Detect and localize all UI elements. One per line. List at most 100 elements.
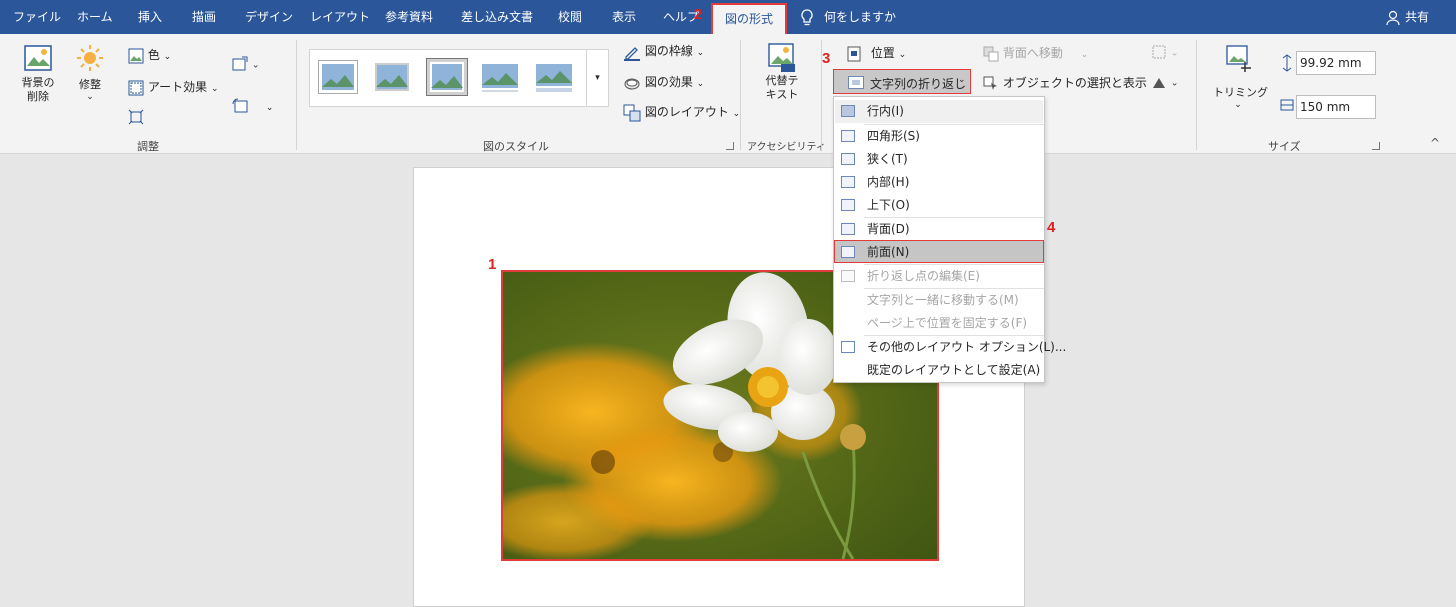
alt-text-button[interactable]: 代替テ キスト bbox=[760, 42, 804, 102]
picture-layout-icon bbox=[623, 104, 641, 121]
behind-text-icon bbox=[841, 223, 855, 235]
tab-file[interactable]: ファイル bbox=[13, 0, 61, 34]
picture-border-label: 図の枠線 bbox=[644, 44, 693, 58]
user-icon[interactable] bbox=[1386, 0, 1402, 34]
corrections-button[interactable]: 修整 ⌄ bbox=[72, 44, 108, 102]
selection-pane-button[interactable]: オブジェクトの選択と表示 bbox=[983, 74, 1147, 92]
menu-bar: ファイル ホーム 挿入 描画 デザイン レイアウト 参考資料 差し込み文書 校閲… bbox=[0, 0, 1456, 34]
tell-me-search[interactable]: 何をしますか bbox=[824, 0, 896, 34]
position-button[interactable]: 位置 ⌄ bbox=[847, 44, 906, 62]
crop-icon bbox=[1226, 45, 1251, 72]
send-backward-button[interactable]: 背面へ移動 ⌄ bbox=[983, 44, 1088, 62]
sun-icon bbox=[77, 45, 103, 71]
picture-border-button[interactable]: 図の枠線 ⌄ bbox=[623, 42, 704, 61]
dialog-launcher-icon[interactable] bbox=[726, 142, 734, 150]
picture-styles-gallery[interactable]: ▾ bbox=[309, 49, 609, 107]
tab-layout[interactable]: レイアウト bbox=[310, 0, 370, 34]
chevron-down-icon: ⌄ bbox=[86, 92, 94, 102]
style-thumbnail[interactable] bbox=[480, 60, 520, 94]
crop-label: トリミング bbox=[1213, 86, 1268, 99]
color-button[interactable]: 色 ⌄ bbox=[128, 46, 171, 64]
color-icon bbox=[128, 48, 144, 63]
menu-item-top-bottom[interactable]: 上下(O) bbox=[835, 194, 1043, 217]
picture-effects-label: 図の効果 bbox=[644, 75, 693, 89]
style-thumbnail-selected[interactable] bbox=[426, 58, 468, 96]
tab-references[interactable]: 参考資料 bbox=[385, 0, 433, 34]
tab-mailings[interactable]: 差し込み文書 bbox=[461, 0, 533, 34]
wrap-text-label: 文字列の折り返し bbox=[870, 77, 967, 91]
picture-layout-label: 図のレイアウト bbox=[644, 105, 729, 119]
group-divider bbox=[1196, 40, 1197, 150]
dialog-launcher-icon[interactable] bbox=[1372, 142, 1380, 150]
menu-item-label: 背面(D) bbox=[867, 222, 910, 236]
menu-item-through[interactable]: 内部(H) bbox=[835, 171, 1043, 194]
tab-insert[interactable]: 挿入 bbox=[138, 0, 162, 34]
artistic-effects-icon bbox=[128, 80, 144, 95]
height-input[interactable] bbox=[1296, 51, 1376, 75]
menu-item-more-layout-options[interactable]: その他のレイアウト オプション(L)... bbox=[835, 336, 1066, 359]
tab-picture-format[interactable]: 図の形式 bbox=[711, 3, 788, 34]
menu-item-square[interactable]: 四角形(S) bbox=[835, 125, 1043, 148]
change-picture-icon bbox=[232, 56, 248, 71]
tab-design[interactable]: デザイン bbox=[245, 0, 293, 34]
remove-background-button[interactable]: 背景の 削除 bbox=[18, 44, 58, 104]
chevron-down-icon: ⌄ bbox=[1234, 100, 1242, 110]
group-divider bbox=[296, 40, 297, 150]
tab-draw[interactable]: 描画 bbox=[192, 0, 216, 34]
menu-item-set-as-default[interactable]: 既定のレイアウトとして設定(A) bbox=[835, 359, 1043, 382]
width-input[interactable] bbox=[1296, 95, 1376, 119]
style-thumbnail[interactable] bbox=[318, 60, 358, 94]
width-icon bbox=[1280, 99, 1294, 111]
corrections-label: 修整 bbox=[79, 78, 101, 91]
accessibility-group-label: アクセシビリティ bbox=[747, 142, 826, 153]
menu-item-label: 四角形(S) bbox=[867, 129, 920, 143]
wrap-text-icon bbox=[848, 76, 864, 89]
share-button[interactable]: 共有 bbox=[1405, 0, 1429, 34]
align-icon bbox=[1152, 45, 1166, 59]
wrap-text-button[interactable]: 文字列の折り返し ⌄ bbox=[833, 69, 971, 94]
menu-item-behind-text[interactable]: 背面(D) bbox=[835, 218, 1043, 241]
picture-layout-button[interactable]: 図のレイアウト ⌄ bbox=[623, 103, 740, 122]
height-icon bbox=[1282, 54, 1292, 72]
menu-item-in-line[interactable]: 行内(I) bbox=[835, 100, 1043, 123]
wrap-text-menu: 行内(I) 四角形(S) 狭く(T) 内部(H) 上下(O) 背面(D) 前面(… bbox=[833, 96, 1066, 383]
artistic-effects-button[interactable]: アート効果 ⌄ bbox=[128, 78, 218, 96]
tab-home[interactable]: ホーム bbox=[77, 0, 113, 34]
tab-review[interactable]: 校閲 bbox=[558, 0, 582, 34]
remove-background-icon bbox=[24, 45, 52, 71]
rotate-icon bbox=[1153, 78, 1165, 88]
menu-item-in-front-of-text[interactable]: 前面(N) bbox=[834, 240, 1044, 263]
artistic-effects-label: アート効果 bbox=[147, 80, 208, 94]
selection-pane-label: オブジェクトの選択と表示 bbox=[1002, 76, 1147, 90]
lightbulb-icon[interactable] bbox=[800, 0, 814, 34]
compress-pictures-button[interactable] bbox=[128, 109, 144, 125]
menu-item-label: 折り返し点の編集(E) bbox=[867, 269, 980, 283]
collapse-ribbon-icon[interactable]: ^ bbox=[1430, 136, 1440, 150]
menu-item-label: ページ上で位置を固定する(F) bbox=[867, 316, 1028, 330]
size-group-label: サイズ bbox=[1268, 140, 1301, 153]
position-icon bbox=[847, 46, 861, 61]
position-label: 位置 bbox=[870, 46, 895, 60]
change-picture-button[interactable]: ⌄ bbox=[232, 56, 259, 72]
tab-view[interactable]: 表示 bbox=[612, 0, 636, 34]
rotate-button[interactable]: ⌄ bbox=[1151, 74, 1178, 90]
picture-effects-button[interactable]: 図の効果 ⌄ bbox=[623, 73, 704, 92]
in-front-of-text-icon bbox=[841, 246, 855, 258]
send-backward-icon bbox=[983, 46, 999, 61]
menu-item-edit-wrap-points[interactable]: 折り返し点の編集(E) bbox=[835, 265, 1043, 288]
menu-item-label: 文字列と一緒に移動する(M) bbox=[867, 293, 1019, 307]
reset-picture-button[interactable]: ⌄ bbox=[232, 98, 273, 114]
menu-item-tight[interactable]: 狭く(T) bbox=[835, 148, 1043, 171]
align-button[interactable]: ⌄ bbox=[1151, 44, 1178, 60]
menu-item-fix-position[interactable]: ページ上で位置を固定する(F) bbox=[835, 312, 1043, 335]
color-label: 色 bbox=[147, 48, 160, 62]
gallery-more-icon[interactable]: ▾ bbox=[586, 50, 608, 106]
in-line-icon bbox=[841, 105, 855, 117]
picture-styles-group-label: 図のスタイル bbox=[483, 140, 549, 153]
menu-item-move-with-text[interactable]: 文字列と一緒に移動する(M) bbox=[835, 289, 1043, 312]
style-thumbnail[interactable] bbox=[372, 60, 412, 94]
step-badge-2: 2 bbox=[694, 6, 703, 23]
style-thumbnail[interactable] bbox=[534, 60, 574, 94]
step-badge-3: 3 bbox=[822, 50, 831, 67]
crop-button[interactable]: トリミング ⌄ bbox=[1213, 44, 1268, 110]
